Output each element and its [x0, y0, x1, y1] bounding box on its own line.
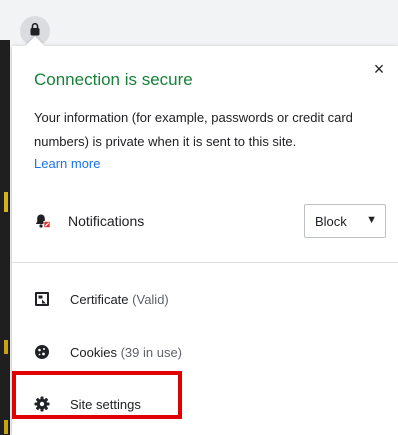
highlight-box	[12, 371, 182, 419]
connection-status-title: Connection is secure	[34, 70, 193, 89]
chevron-down-icon: ▼	[366, 214, 377, 226]
certificate-text: Certificate	[70, 292, 129, 307]
page-accent	[4, 420, 8, 434]
page-background-edge	[0, 40, 10, 435]
browser-address-bar	[0, 0, 398, 48]
notifications-permission-value: Block	[315, 213, 347, 229]
certificate-icon	[34, 291, 50, 312]
close-icon: ×	[373, 58, 385, 79]
connection-description: Your information (for example, passwords…	[34, 110, 353, 149]
learn-more-link[interactable]: Learn more	[34, 156, 100, 171]
cookies-label: Cookies (39 in use)	[70, 345, 182, 360]
notifications-permission-select[interactable]: Block ▼	[304, 204, 386, 238]
cookies-text: Cookies	[70, 345, 117, 360]
cookie-icon	[34, 344, 50, 365]
page-accent	[4, 340, 8, 354]
cookies-status: (39 in use)	[120, 345, 183, 360]
page-info-popup: Connection is secure × Your information …	[12, 36, 398, 435]
certificate-status: (Valid)	[132, 292, 169, 307]
page-accent	[4, 192, 8, 212]
cookies-item[interactable]: Cookies (39 in use)	[34, 338, 334, 368]
close-button[interactable]: ×	[368, 58, 390, 80]
divider	[12, 262, 398, 263]
certificate-item[interactable]: Certificate (Valid)	[34, 285, 334, 315]
certificate-label: Certificate (Valid)	[70, 292, 169, 307]
notifications-blocked-icon	[34, 212, 52, 235]
notifications-permission-row: Notifications Block ▼	[34, 202, 386, 242]
notifications-label: Notifications	[68, 213, 145, 229]
